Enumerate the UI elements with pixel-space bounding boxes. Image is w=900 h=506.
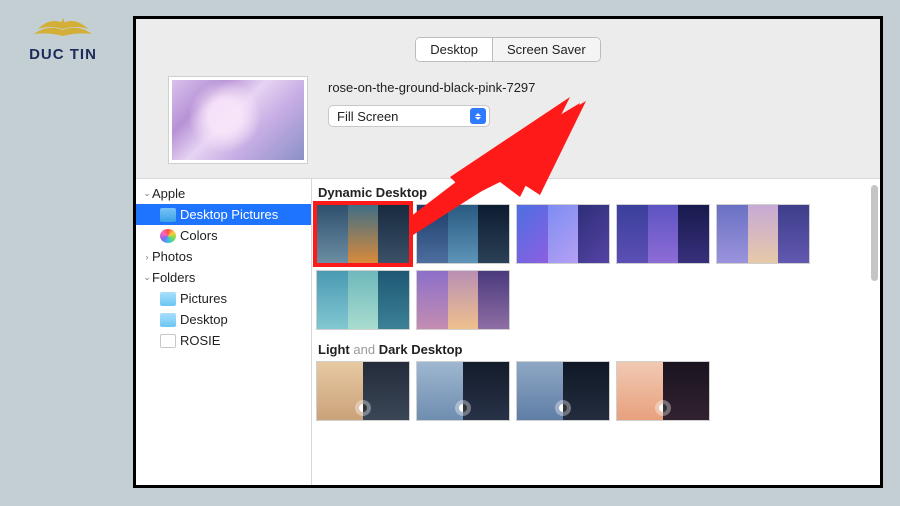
screenshot-frame: Desktop Screen Saver rose-on-the-ground-… — [133, 16, 883, 488]
wallpaper-thumb[interactable] — [716, 204, 810, 264]
tab-bar: Desktop Screen Saver — [136, 37, 880, 62]
wallpaper-thumb[interactable] — [416, 270, 510, 330]
watermark-logo: DUC TIN — [18, 14, 108, 63]
dynamic-badge-icon — [455, 400, 471, 416]
folder-icon — [160, 292, 176, 306]
wallpaper-thumb[interactable] — [416, 361, 510, 421]
wallpaper-thumb[interactable] — [416, 204, 510, 264]
section-header-lightdark: Light and Dark Desktop — [312, 336, 880, 359]
sidebar-item-pictures[interactable]: Pictures — [136, 288, 311, 309]
color-wheel-icon — [160, 229, 176, 243]
wallpaper-thumb[interactable] — [616, 361, 710, 421]
split-pane: ⌄Apple Desktop Pictures Colors ›Photos ⌄… — [136, 178, 880, 485]
dynamic-badge-icon — [355, 400, 371, 416]
blank-folder-icon — [160, 334, 176, 348]
lightdark-desktop-grid — [312, 359, 880, 427]
wallpaper-thumb[interactable] — [616, 204, 710, 264]
folder-icon — [160, 208, 176, 222]
disclosure-right-icon: › — [142, 252, 152, 262]
dynamic-badge-icon — [655, 400, 671, 416]
wallpaper-filename: rose-on-the-ground-black-pink-7297 — [328, 80, 535, 95]
fillmode-dropdown[interactable]: Fill Screen — [328, 105, 490, 127]
wallpaper-thumb[interactable] — [316, 361, 410, 421]
sidebar-item-rosie[interactable]: ROSIE — [136, 330, 311, 351]
watermark-text: DUC TIN — [18, 46, 108, 63]
dynamic-desktop-grid — [312, 202, 880, 336]
sidebar-item-label: Colors — [180, 228, 218, 243]
header-info: rose-on-the-ground-black-pink-7297 Fill … — [328, 80, 535, 127]
folder-icon — [160, 313, 176, 327]
dynamic-badge-icon — [555, 400, 571, 416]
header-row: rose-on-the-ground-black-pink-7297 Fill … — [168, 76, 880, 164]
source-sidebar: ⌄Apple Desktop Pictures Colors ›Photos ⌄… — [136, 179, 312, 485]
tab-desktop[interactable]: Desktop — [416, 38, 492, 61]
tab-screensaver[interactable]: Screen Saver — [492, 38, 600, 61]
sidebar-item-label: Apple — [152, 186, 185, 201]
fillmode-value: Fill Screen — [337, 109, 398, 124]
sidebar-item-label: Desktop Pictures — [180, 207, 278, 222]
sidebar-item-colors[interactable]: Colors — [136, 225, 311, 246]
sidebar-item-label: Pictures — [180, 291, 227, 306]
tab-screensaver-label: Screen Saver — [507, 42, 586, 57]
tab-desktop-label: Desktop — [430, 42, 478, 57]
disclosure-down-icon: ⌄ — [142, 272, 152, 283]
sidebar-item-photos[interactable]: ›Photos — [136, 246, 311, 267]
wallpaper-thumb[interactable] — [516, 204, 610, 264]
wallpaper-thumb[interactable] — [316, 204, 410, 264]
sidebar-item-desktop[interactable]: Desktop — [136, 309, 311, 330]
sidebar-item-apple[interactable]: ⌄Apple — [136, 183, 311, 204]
wallpaper-thumb[interactable] — [516, 361, 610, 421]
sidebar-item-folders[interactable]: ⌄Folders — [136, 267, 311, 288]
wallpaper-thumb[interactable] — [316, 270, 410, 330]
sidebar-item-label: Desktop — [180, 312, 228, 327]
scrollbar[interactable] — [871, 185, 878, 281]
updown-arrows-icon — [470, 108, 486, 124]
disclosure-down-icon: ⌄ — [142, 188, 152, 199]
sidebar-item-desktop-pictures[interactable]: Desktop Pictures — [136, 204, 311, 225]
section-header-dynamic: Dynamic Desktop — [312, 179, 880, 202]
sidebar-item-label: Folders — [152, 270, 195, 285]
prefs-window: Desktop Screen Saver rose-on-the-ground-… — [136, 19, 880, 485]
segmented-control: Desktop Screen Saver — [415, 37, 600, 62]
wallpaper-preview — [168, 76, 308, 164]
sidebar-item-label: ROSIE — [180, 333, 220, 348]
wallpaper-browser: Dynamic Desktop Light and Dark Desktop — [312, 179, 880, 485]
sidebar-item-label: Photos — [152, 249, 192, 264]
